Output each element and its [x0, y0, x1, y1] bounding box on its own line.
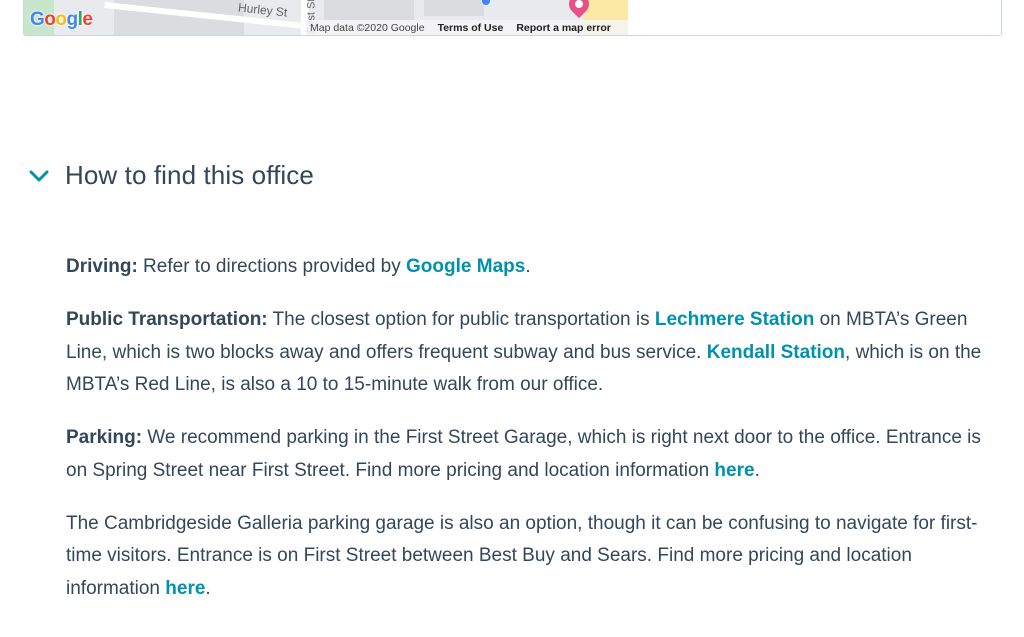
galleria-paragraph: The Cambridgeside Galleria parking garag… [66, 508, 1006, 606]
galleria-text-end: . [205, 577, 211, 599]
map-data-text: Map data ©2020 Google [310, 22, 425, 34]
map-tiles[interactable]: Hurley St First St Google Map data ©2020… [24, 0, 628, 35]
chevron-down-icon [29, 170, 49, 181]
driving-text-end: . [525, 256, 531, 277]
google-logo[interactable]: Google [30, 9, 93, 31]
parking-label: Parking: [66, 427, 143, 448]
driving-paragraph: Driving: Refer to directions provided by… [66, 251, 1006, 284]
map-building [324, 0, 414, 20]
kendall-station-link[interactable]: Kendall Station [707, 342, 845, 363]
map-building [424, 0, 484, 16]
lechmere-station-link[interactable]: Lechmere Station [655, 309, 814, 330]
map-marker-icon[interactable] [482, 0, 490, 5]
map-embed[interactable]: Hurley St First St Google Map data ©2020… [23, 0, 1002, 36]
parking-text-end: . [754, 459, 760, 481]
public-transportation-label: Public Transportation: [66, 309, 268, 330]
accordion-title: How to find this office [65, 160, 314, 190]
driving-label: Driving: [66, 256, 138, 277]
page: Hurley St First St Google Map data ©2020… [0, 0, 1024, 637]
parking-here-link[interactable]: here [714, 460, 754, 481]
google-maps-link[interactable]: Google Maps [406, 256, 525, 277]
galleria-here-link[interactable]: here [165, 578, 205, 599]
report-map-error-link[interactable]: Report a map error [516, 22, 611, 34]
terms-of-use-link[interactable]: Terms of Use [438, 22, 504, 34]
directions-content: Driving: Refer to directions provided by… [66, 251, 1006, 626]
accordion-toggle[interactable]: How to find this office [28, 160, 314, 191]
parking-paragraph: Parking: We recommend parking in the Fir… [66, 422, 1006, 487]
driving-text: Refer to directions provided by [137, 256, 407, 277]
public-transportation-paragraph: Public Transportation: The closest optio… [66, 304, 1006, 402]
public-transportation-text: The closest option for public transporta… [267, 309, 655, 330]
parking-text: We recommend parking in the First Street… [66, 427, 981, 481]
map-attribution: Map data ©2020 Google Terms of Use Repor… [306, 20, 628, 35]
